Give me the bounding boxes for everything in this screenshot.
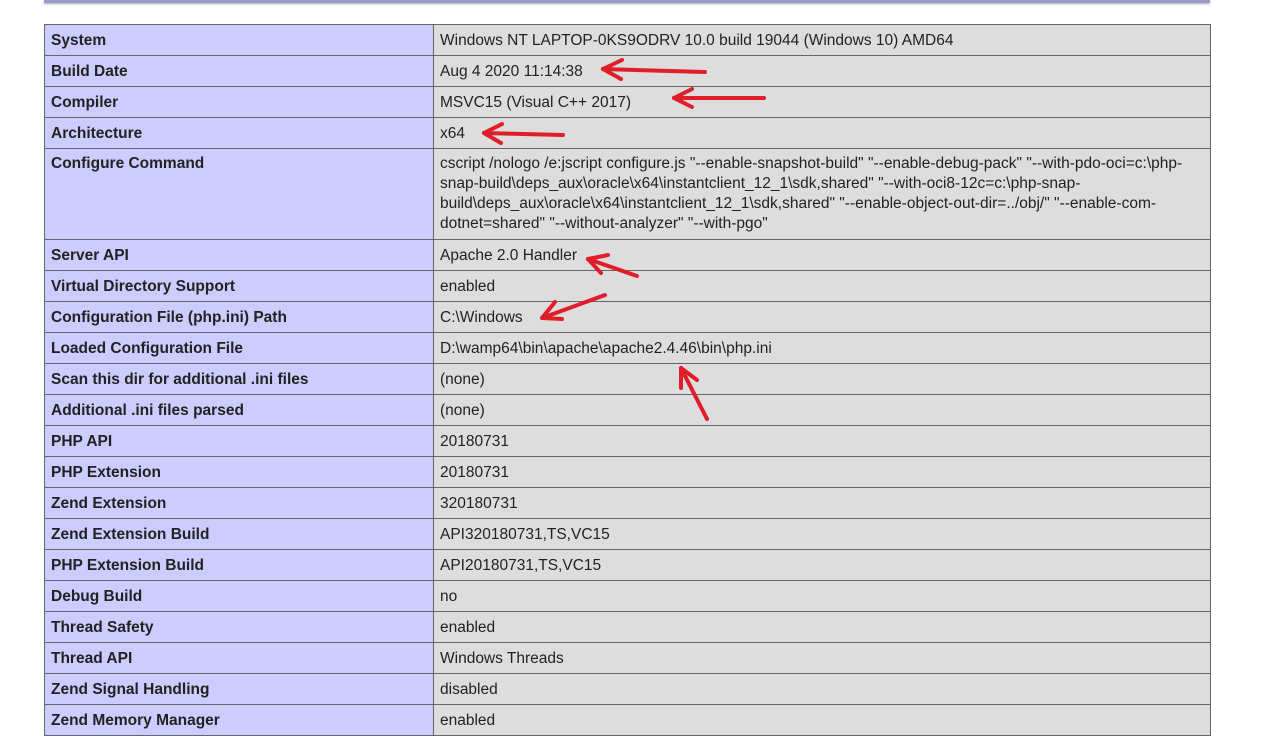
table-row: Zend Signal Handling disabled [44,673,1211,705]
row-label: Build Date [44,55,434,87]
row-value: D:\wamp64\bin\apache\apache2.4.46\bin\ph… [433,332,1211,364]
row-label: Scan this dir for additional .ini files [44,363,434,395]
row-label: Compiler [44,86,434,118]
row-value: enabled [433,270,1211,302]
row-value: Apache 2.0 Handler [433,239,1211,271]
php-info-table: System Windows NT LAPTOP-0KS9ODRV 10.0 bu… [44,24,1211,736]
row-label: Additional .ini files parsed [44,394,434,426]
row-value: API20180731,TS,VC15 [433,549,1211,581]
row-label: Loaded Configuration File [44,332,434,364]
table-row: System Windows NT LAPTOP-0KS9ODRV 10.0 bu… [44,24,1211,56]
table-row: Configuration File (php.ini) Path C:\Wind… [44,301,1211,333]
table-row: Thread Safety enabled [44,611,1211,643]
table-row: PHP Extension Build API20180731,TS,VC15 [44,549,1211,581]
row-value: disabled [433,673,1211,705]
row-value: C:\Windows [433,301,1211,333]
table-row: Virtual Directory Support enabled [44,270,1211,302]
row-value: no [433,580,1211,612]
row-value: (none) [433,363,1211,395]
row-label: Server API [44,239,434,271]
row-label: Debug Build [44,580,434,612]
row-label: Thread Safety [44,611,434,643]
row-value: 320180731 [433,487,1211,519]
table-row: Zend Memory Manager enabled [44,704,1211,736]
top-panel-edge [44,0,1210,3]
row-value: Windows Threads [433,642,1211,674]
table-row: Architecture x64 [44,117,1211,149]
table-row: Debug Build no [44,580,1211,612]
table-row: Additional .ini files parsed (none) [44,394,1211,426]
row-value: 20180731 [433,425,1211,457]
table-row: Configure Command cscript /nologo /e:jscr… [44,148,1211,240]
table-row: Compiler MSVC15 (Visual C++ 2017) [44,86,1211,118]
table-row: PHP API 20180731 [44,425,1211,457]
row-value: (none) [433,394,1211,426]
row-value: Windows NT LAPTOP-0KS9ODRV 10.0 build 19… [433,24,1211,56]
row-value: MSVC15 (Visual C++ 2017) [433,86,1211,118]
row-label: Zend Extension [44,487,434,519]
row-label: PHP Extension Build [44,549,434,581]
row-label: PHP Extension [44,456,434,488]
table-row: Server API Apache 2.0 Handler [44,239,1211,271]
row-value: 20180731 [433,456,1211,488]
table-row: Zend Extension 320180731 [44,487,1211,519]
table-row: Thread API Windows Threads [44,642,1211,674]
row-label: Zend Signal Handling [44,673,434,705]
table-row: Scan this dir for additional .ini files(… [44,363,1211,395]
row-value: Aug 4 2020 11:14:38 [433,55,1211,87]
table-row: Loaded Configuration File D:\wamp64\bin\a… [44,332,1211,364]
row-label: System [44,24,434,56]
row-label: Configuration File (php.ini) Path [44,301,434,333]
row-label: Architecture [44,117,434,149]
row-value: API320180731,TS,VC15 [433,518,1211,550]
row-label: Zend Extension Build [44,518,434,550]
table-row: PHP Extension 20180731 [44,456,1211,488]
row-label: Zend Memory Manager [44,704,434,736]
row-value: cscript /nologo /e:jscript configure.js … [433,148,1211,240]
row-label: Configure Command [44,148,434,240]
row-label: Virtual Directory Support [44,270,434,302]
row-value: enabled [433,611,1211,643]
row-value: x64 [433,117,1211,149]
row-label: Thread API [44,642,434,674]
table-row: Zend Extension Build API320180731,TS,VC15 [44,518,1211,550]
table-row: Build Date Aug 4 2020 11:14:38 [44,55,1211,87]
row-value: enabled [433,704,1211,736]
row-label: PHP API [44,425,434,457]
